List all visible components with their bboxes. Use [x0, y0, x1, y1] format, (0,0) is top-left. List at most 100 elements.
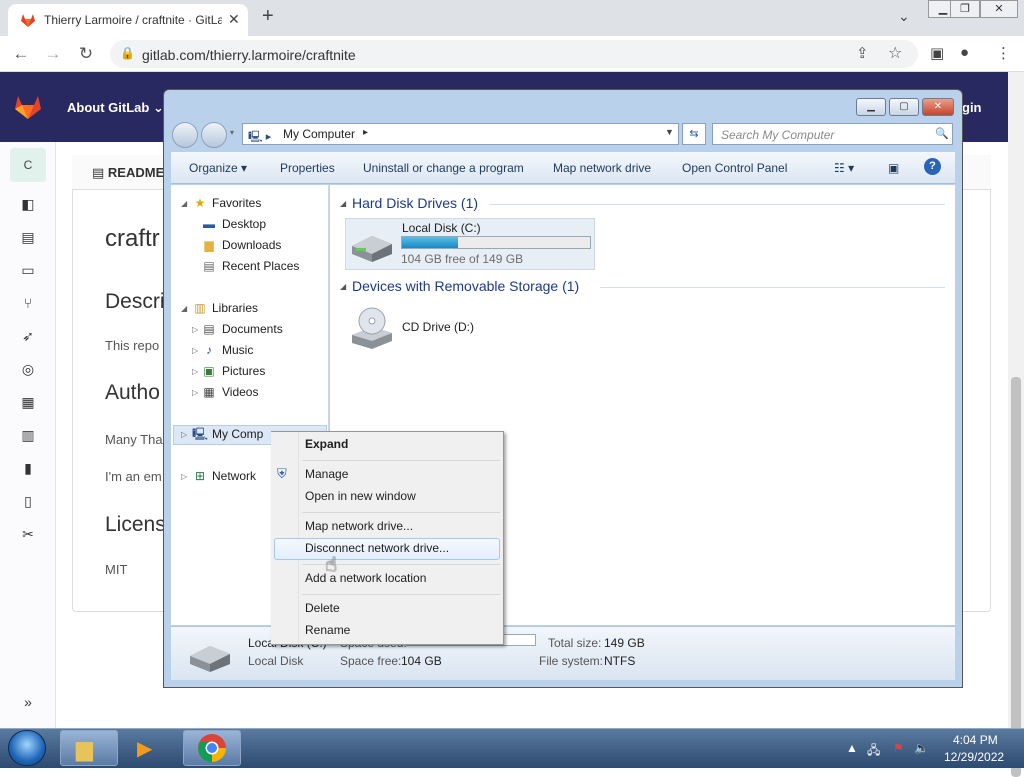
browser-close-button[interactable]: ✕ — [980, 0, 1018, 18]
network-expand-icon[interactable]: ▷ — [181, 472, 187, 481]
packages-icon[interactable]: ▦ — [18, 394, 38, 414]
removable-group-title[interactable]: Devices with Removable Storage (1) — [352, 278, 579, 294]
removable-group-collapse-icon[interactable]: ◢ — [340, 282, 346, 291]
taskbar-chrome-button[interactable] — [183, 730, 241, 766]
explorer-minimize-button[interactable]: ▁ — [856, 98, 886, 116]
volume-icon[interactable]: 🔈 — [914, 741, 929, 755]
nav-desktop[interactable]: Desktop — [222, 217, 266, 231]
scrollbar-thumb[interactable] — [1011, 377, 1021, 777]
network-tray-icon[interactable]: 🖧 — [867, 741, 880, 762]
menu-rename[interactable]: Rename — [305, 623, 350, 637]
explorer-forward-button[interactable] — [201, 122, 227, 148]
address-bar[interactable]: 🔒 gitlab.com/thierry.larmoire/craftnite … — [110, 40, 918, 68]
map-network-drive-button[interactable]: Map network drive — [553, 161, 651, 175]
organize-button[interactable]: Organize ▾ — [189, 161, 247, 175]
search-placeholder[interactable]: Search My Computer — [721, 128, 834, 142]
search-box[interactable]: Search My Computer 🔍 — [712, 123, 953, 145]
about-gitlab-menu[interactable]: About GitLab ⌄ — [67, 100, 164, 116]
profile-avatar-icon[interactable]: ● — [960, 44, 969, 61]
forward-arrow-icon[interactable]: → — [42, 43, 64, 65]
login-link[interactable]: gin — [962, 100, 982, 115]
address-text[interactable]: My Computer — [283, 127, 355, 141]
deploy-icon[interactable]: ➶ — [18, 328, 38, 348]
browser-restore-button[interactable]: ❐ — [950, 0, 980, 18]
search-icon[interactable]: 🔍 — [935, 127, 949, 140]
analytics-icon[interactable]: ▥ — [18, 427, 38, 447]
nav-favorites[interactable]: Favorites — [212, 196, 261, 210]
chart-icon[interactable]: ▮ — [18, 460, 38, 480]
menu-delete[interactable]: Delete — [305, 601, 340, 615]
gitlab-logo-icon[interactable] — [14, 94, 42, 120]
merge-request-icon[interactable]: ⑂ — [18, 295, 38, 315]
recent-pages-chevron-icon[interactable]: ▾ — [230, 128, 234, 137]
start-button[interactable] — [8, 730, 46, 766]
hard-disk-group-title[interactable]: Hard Disk Drives (1) — [352, 195, 478, 211]
issues-icon[interactable]: ▭ — [18, 262, 38, 282]
libraries-expand-icon[interactable]: ◢ — [181, 304, 187, 313]
nav-downloads[interactable]: Downloads — [222, 238, 281, 252]
help-icon[interactable]: ? — [924, 158, 941, 175]
mycomputer-expand-icon[interactable]: ▷ — [181, 430, 187, 439]
refresh-icon[interactable]: ⇆ — [682, 123, 706, 145]
nav-network[interactable]: Network — [212, 469, 256, 483]
explorer-address-bar[interactable]: 🖳 ▸ My Computer ▸ ▼ — [242, 123, 679, 145]
pictures-expand-icon[interactable]: ▷ — [192, 367, 198, 376]
favorites-expand-icon[interactable]: ◢ — [181, 199, 187, 208]
clock-date[interactable]: 12/29/2022 — [944, 750, 1004, 764]
open-control-panel-button[interactable]: Open Control Panel — [682, 161, 787, 175]
share-icon[interactable]: ⇪ — [856, 44, 869, 62]
view-options-icon[interactable]: ☷ ▾ — [834, 161, 854, 175]
menu-expand[interactable]: Expand — [305, 437, 348, 451]
nav-documents[interactable]: Documents — [222, 322, 283, 336]
lock-icon[interactable]: 🔒 — [120, 46, 135, 60]
nav-videos[interactable]: Videos — [222, 385, 258, 399]
nav-my-computer[interactable]: My Comp — [212, 427, 263, 441]
back-arrow-icon[interactable]: ← — [10, 43, 32, 65]
repository-icon[interactable]: ▤ — [18, 229, 38, 249]
tray-overflow-icon[interactable]: ▲ — [846, 741, 858, 755]
explorer-close-button[interactable]: ✕ — [922, 98, 954, 116]
tab-search-chevron-icon[interactable]: ⌄ — [898, 8, 910, 25]
music-expand-icon[interactable]: ▷ — [192, 346, 198, 355]
project-avatar[interactable]: C — [10, 148, 46, 182]
monitor-icon[interactable]: ◎ — [18, 361, 38, 381]
url-text[interactable]: gitlab.com/thierry.larmoire/craftnite — [142, 47, 356, 63]
page-scrollbar[interactable] — [1008, 72, 1024, 777]
documents-expand-icon[interactable]: ▷ — [192, 325, 198, 334]
address-chevron-icon[interactable]: ▸ — [363, 127, 368, 138]
bookmark-star-icon[interactable]: ☆ — [888, 43, 902, 63]
nav-recent-places[interactable]: Recent Places — [222, 259, 299, 273]
browser-menu-icon[interactable]: ⋮ — [996, 44, 1011, 62]
menu-manage[interactable]: Manage — [305, 467, 348, 481]
menu-map-network-drive[interactable]: Map network drive... — [305, 519, 413, 533]
side-panel-icon[interactable]: ▣ — [930, 44, 944, 62]
nav-music[interactable]: Music — [222, 343, 253, 357]
explorer-maximize-button[interactable]: ▢ — [889, 98, 919, 116]
videos-expand-icon[interactable]: ▷ — [192, 388, 198, 397]
action-center-icon[interactable]: ⚑ — [893, 741, 904, 755]
taskbar-media-player-button[interactable]: ▶ — [122, 730, 180, 766]
menu-open-new-window[interactable]: Open in new window — [305, 489, 416, 503]
hdd-group-collapse-icon[interactable]: ◢ — [340, 199, 346, 208]
clock-time[interactable]: 4:04 PM — [953, 733, 998, 747]
project-icon[interactable]: ◧ — [18, 196, 38, 216]
nav-pictures[interactable]: Pictures — [222, 364, 265, 378]
explorer-back-button[interactable] — [172, 122, 198, 148]
address-dropdown-icon[interactable]: ▼ — [665, 127, 674, 137]
drive-d-name[interactable]: CD Drive (D:) — [402, 320, 474, 334]
snippets-icon[interactable]: ✂ — [18, 526, 38, 546]
uninstall-button[interactable]: Uninstall or change a program — [363, 161, 524, 175]
drive-c-name[interactable]: Local Disk (C:) — [402, 221, 481, 235]
reload-icon[interactable]: ↻ — [75, 43, 97, 65]
readme-label[interactable]: ▤ README — [92, 165, 164, 181]
tab-close-icon[interactable]: ✕ — [228, 11, 240, 28]
properties-button[interactable]: Properties — [280, 161, 335, 175]
collapse-sidebar-icon[interactable]: » — [18, 694, 38, 714]
menu-add-network-location[interactable]: Add a network location — [305, 571, 426, 585]
preview-pane-icon[interactable]: ▣ — [888, 161, 899, 175]
wiki-icon[interactable]: ▯ — [18, 493, 38, 513]
taskbar-explorer-button[interactable]: ▆ — [60, 730, 118, 766]
nav-libraries[interactable]: Libraries — [212, 301, 258, 315]
browser-tab[interactable]: Thierry Larmoire / craftnite · GitLab ✕ — [8, 4, 248, 36]
new-tab-icon[interactable]: + — [262, 5, 274, 28]
